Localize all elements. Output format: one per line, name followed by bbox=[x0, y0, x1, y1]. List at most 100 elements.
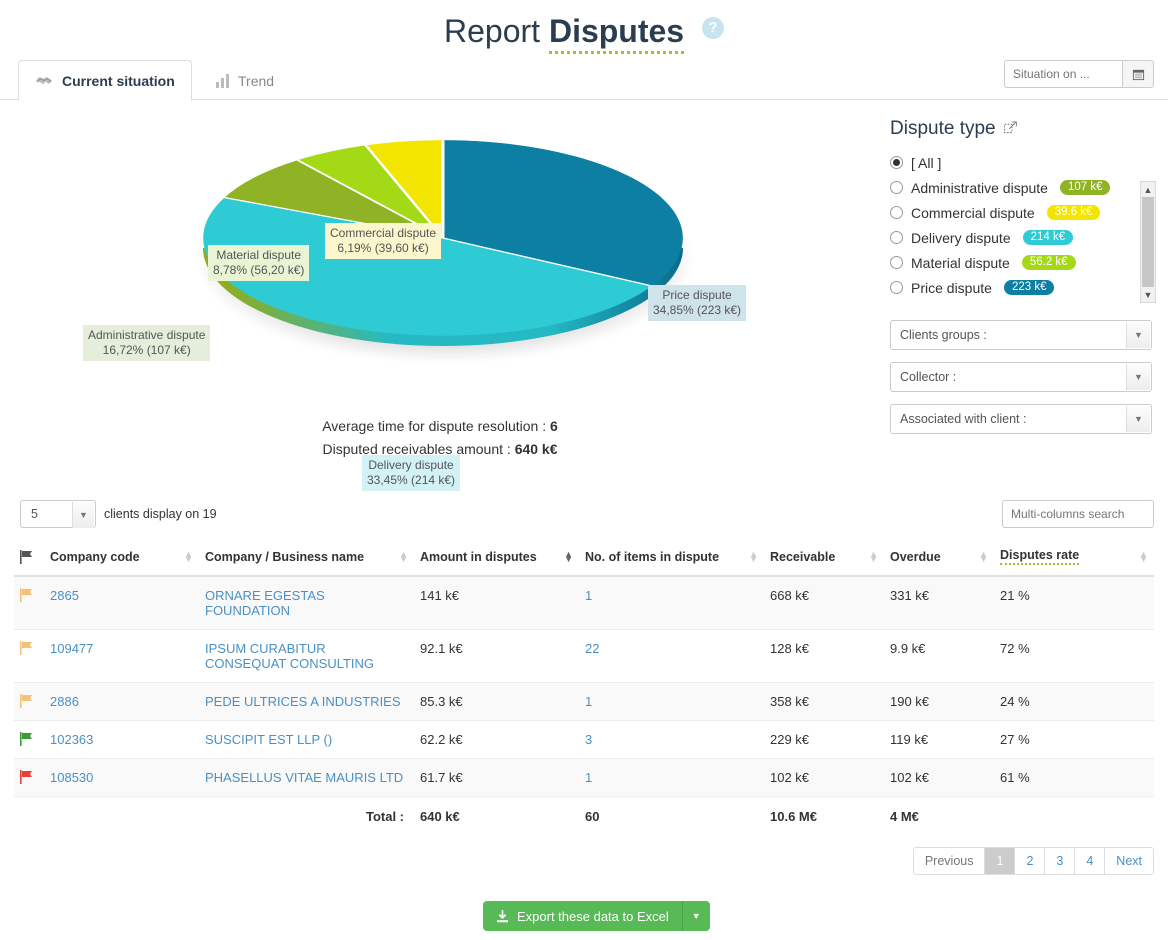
company-name-link[interactable]: PHASELLUS VITAE MAURIS LTD bbox=[205, 770, 403, 785]
sort-icon[interactable]: ▲ ▼ bbox=[749, 549, 758, 563]
pagination-next[interactable]: Next bbox=[1104, 847, 1154, 875]
company-name-link[interactable]: SUSCIPIT EST LLP () bbox=[205, 732, 332, 747]
sort-icon[interactable]: ▲ ▼ bbox=[1139, 549, 1148, 563]
pie-label-commercial-value: 6,19% (39,60 k€) bbox=[337, 241, 429, 255]
company-name-link[interactable]: PEDE ULTRICES A INDUSTRIES bbox=[205, 694, 401, 709]
pagination-previous[interactable]: Previous bbox=[912, 847, 985, 875]
radio-delivery-indicator[interactable] bbox=[890, 231, 903, 244]
situation-date-input[interactable] bbox=[1004, 60, 1122, 88]
table-row[interactable]: 2865 ORNARE EGESTAS FOUNDATION 141 k€ 1 … bbox=[14, 576, 1154, 630]
radio-option-all[interactable]: [ All ] bbox=[890, 150, 1156, 175]
sort-icon[interactable]: ▲ ▼ bbox=[399, 549, 408, 563]
search-input[interactable] bbox=[1002, 500, 1154, 528]
select-collector-label: Collector : bbox=[900, 370, 957, 384]
radio-administrative-indicator[interactable] bbox=[890, 181, 903, 194]
column-amount-in-disputes[interactable]: Amount in disputes ▲ ▼ bbox=[414, 540, 579, 577]
sort-icon[interactable]: ▲ ▼ bbox=[184, 549, 193, 563]
table-row[interactable]: 102363 SUSCIPIT EST LLP () 62.2 k€ 3 229… bbox=[14, 720, 1154, 759]
pie-top-face bbox=[203, 140, 683, 336]
bar-chart-icon bbox=[216, 73, 229, 88]
radio-option-delivery[interactable]: Delivery dispute 214 k€ bbox=[890, 225, 1156, 250]
page-length-select[interactable]: 5 ▼ bbox=[20, 500, 96, 528]
items-link[interactable]: 3 bbox=[585, 732, 592, 747]
radio-option-commercial[interactable]: Commercial dispute 39.6 k€ bbox=[890, 200, 1156, 225]
sort-icon[interactable]: ▲ ▼ bbox=[979, 549, 988, 563]
column-company-code[interactable]: Company code ▲ ▼ bbox=[44, 540, 199, 577]
chevron-down-icon[interactable]: ▼ bbox=[1126, 322, 1150, 348]
items-link[interactable]: 1 bbox=[585, 588, 592, 603]
help-icon[interactable]: ? bbox=[701, 17, 724, 39]
select-collector[interactable]: Collector : ▼ bbox=[890, 362, 1152, 392]
row-company-name: IPSUM CURABITUR CONSEQUAT CONSULTING bbox=[199, 629, 414, 683]
flag-icon bbox=[20, 641, 32, 655]
radio-option-material[interactable]: Material dispute 56.2 k€ bbox=[890, 250, 1156, 275]
sort-icon[interactable]: ▲ ▼ bbox=[869, 549, 878, 563]
chevron-down-icon[interactable]: ▼ bbox=[72, 502, 94, 528]
select-clients-groups[interactable]: Clients groups : ▼ bbox=[890, 320, 1152, 350]
radio-all-indicator[interactable] bbox=[890, 156, 903, 169]
row-overdue: 331 k€ bbox=[884, 576, 994, 630]
popout-icon[interactable] bbox=[1003, 118, 1017, 140]
tab-trend[interactable]: Trend bbox=[200, 60, 290, 101]
scrollbar-thumb[interactable] bbox=[1142, 197, 1154, 287]
column-flag[interactable] bbox=[14, 540, 44, 577]
dispute-type-radio-group: [ All ] Administrative dispute 107 k€ Co… bbox=[890, 148, 1156, 308]
download-icon bbox=[496, 909, 509, 922]
scroll-up-icon[interactable]: ▲ bbox=[1141, 182, 1155, 197]
radio-commercial-indicator[interactable] bbox=[890, 206, 903, 219]
tab-current-situation[interactable]: Current situation bbox=[18, 60, 192, 101]
select-clients-groups-label: Clients groups : bbox=[900, 328, 987, 342]
items-link[interactable]: 1 bbox=[585, 770, 592, 785]
company-name-link[interactable]: ORNARE EGESTAS FOUNDATION bbox=[205, 588, 325, 618]
export-to-excel-button[interactable]: Export these data to Excel bbox=[483, 901, 682, 931]
row-flag-cell[interactable] bbox=[14, 720, 44, 759]
company-code-link[interactable]: 108530 bbox=[50, 770, 93, 785]
row-items: 1 bbox=[579, 682, 764, 721]
column-disputes-rate[interactable]: Disputes rate ▲ ▼ bbox=[994, 540, 1154, 577]
badge-administrative: 107 k€ bbox=[1059, 180, 1111, 195]
total-spacer bbox=[14, 796, 44, 835]
table-row[interactable]: 109477 IPSUM CURABITUR CONSEQUAT CONSULT… bbox=[14, 629, 1154, 683]
row-flag-cell[interactable] bbox=[14, 682, 44, 721]
table-body: 2865 ORNARE EGESTAS FOUNDATION 141 k€ 1 … bbox=[14, 576, 1154, 797]
items-link[interactable]: 22 bbox=[585, 641, 599, 656]
sort-icon-desc[interactable]: ▲ ▼ bbox=[564, 549, 573, 563]
company-code-link[interactable]: 2886 bbox=[50, 694, 79, 709]
pagination-page-4[interactable]: 4 bbox=[1074, 847, 1105, 875]
select-associated-with-client[interactable]: Associated with client : ▼ bbox=[890, 404, 1152, 434]
dispute-type-scrollbar[interactable]: ▲ ▼ bbox=[1140, 181, 1156, 303]
pagination-page-3[interactable]: 3 bbox=[1044, 847, 1075, 875]
row-amount: 61.7 k€ bbox=[414, 758, 579, 797]
chevron-down-icon[interactable]: ▼ bbox=[1126, 364, 1150, 390]
table-row[interactable]: 108530 PHASELLUS VITAE MAURIS LTD 61.7 k… bbox=[14, 758, 1154, 797]
total-receivable: 10.6 M€ bbox=[764, 796, 884, 835]
calendar-button[interactable] bbox=[1122, 60, 1154, 88]
row-company-name: ORNARE EGESTAS FOUNDATION bbox=[199, 576, 414, 630]
company-name-link[interactable]: IPSUM CURABITUR CONSEQUAT CONSULTING bbox=[205, 641, 374, 671]
scroll-down-icon[interactable]: ▼ bbox=[1141, 287, 1155, 302]
row-flag-cell[interactable] bbox=[14, 576, 44, 630]
row-flag-cell[interactable] bbox=[14, 758, 44, 797]
radio-delivery-label: Delivery dispute bbox=[911, 229, 1011, 246]
pie-label-delivery-value: 33,45% (214 k€) bbox=[367, 473, 456, 487]
radio-material-indicator[interactable] bbox=[890, 256, 903, 269]
radio-option-administrative[interactable]: Administrative dispute 107 k€ bbox=[890, 175, 1156, 200]
row-flag-cell[interactable] bbox=[14, 629, 44, 683]
column-overdue[interactable]: Overdue ▲ ▼ bbox=[884, 540, 994, 577]
pagination-page-1[interactable]: 1 bbox=[984, 847, 1015, 875]
table-row[interactable]: 2886 PEDE ULTRICES A INDUSTRIES 85.3 k€ … bbox=[14, 682, 1154, 721]
company-code-link[interactable]: 102363 bbox=[50, 732, 93, 747]
row-items: 3 bbox=[579, 720, 764, 759]
export-dropdown-toggle[interactable]: ▼ bbox=[681, 901, 710, 931]
column-company-name[interactable]: Company / Business name ▲ ▼ bbox=[199, 540, 414, 577]
pagination-page-2[interactable]: 2 bbox=[1014, 847, 1045, 875]
company-code-link[interactable]: 109477 bbox=[50, 641, 93, 656]
chevron-down-icon[interactable]: ▼ bbox=[1126, 406, 1150, 432]
row-items: 1 bbox=[579, 758, 764, 797]
company-code-link[interactable]: 2865 bbox=[50, 588, 79, 603]
items-link[interactable]: 1 bbox=[585, 694, 592, 709]
radio-option-price[interactable]: Price dispute 223 k€ bbox=[890, 275, 1156, 300]
column-receivable[interactable]: Receivable ▲ ▼ bbox=[764, 540, 884, 577]
column-items-in-dispute[interactable]: No. of items in dispute ▲ ▼ bbox=[579, 540, 764, 577]
radio-price-indicator[interactable] bbox=[890, 281, 903, 294]
